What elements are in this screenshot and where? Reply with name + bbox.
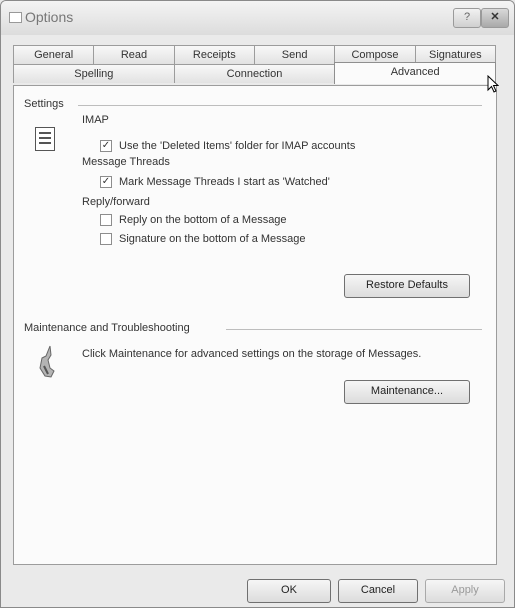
deleted-items-checkbox[interactable]: ✓ Use the 'Deleted Items' folder for IMA… — [100, 140, 355, 152]
tab-connection[interactable]: Connection — [173, 64, 336, 83]
restore-defaults-button[interactable]: Restore Defaults — [344, 274, 470, 298]
deleted-items-label: Use the 'Deleted Items' folder for IMAP … — [119, 140, 356, 152]
title-bar: Options ? ✕ — [1, 1, 514, 35]
tab-advanced[interactable]: Advanced — [334, 62, 497, 84]
tab-row-2: Spelling Connection Advanced — [13, 62, 497, 84]
window-icon — [9, 12, 22, 23]
tab-general[interactable]: General — [13, 45, 95, 64]
cancel-button[interactable]: Cancel — [338, 579, 418, 603]
maintenance-button[interactable]: Maintenance... — [344, 380, 470, 404]
checkbox-box[interactable] — [100, 233, 112, 245]
tab-spelling[interactable]: Spelling — [13, 64, 175, 83]
settings-group-label: Settings — [24, 98, 64, 110]
signature-bottom-label: Signature on the bottom of a Message — [119, 233, 306, 245]
reply-bottom-label: Reply on the bottom of a Message — [119, 214, 287, 226]
wrench-icon — [39, 345, 55, 378]
checkbox-box[interactable]: ✓ — [100, 176, 112, 188]
reply-bottom-checkbox[interactable]: Reply on the bottom of a Message — [100, 214, 287, 226]
signature-bottom-checkbox[interactable]: Signature on the bottom of a Message — [100, 233, 306, 245]
imap-heading: IMAP — [82, 114, 109, 126]
advanced-tab-panel: Settings IMAP ✓ Use the 'Deleted Items' … — [13, 85, 497, 565]
window-title: Options — [25, 9, 74, 25]
maintenance-description: Click Maintenance for advanced settings … — [82, 348, 422, 360]
maintenance-group-divider — [226, 329, 482, 330]
list-settings-icon — [35, 127, 55, 151]
ok-button[interactable]: OK — [247, 579, 331, 603]
tab-receipts[interactable]: Receipts — [173, 45, 255, 64]
help-button[interactable]: ? — [453, 8, 481, 28]
mark-watched-checkbox[interactable]: ✓ Mark Message Threads I start as 'Watch… — [100, 176, 330, 188]
apply-button[interactable]: Apply — [425, 579, 505, 603]
settings-group-divider — [78, 105, 482, 106]
mouse-cursor-icon — [487, 75, 499, 93]
mark-watched-label: Mark Message Threads I start as 'Watched… — [119, 176, 330, 188]
tab-read[interactable]: Read — [93, 45, 175, 64]
close-button[interactable]: ✕ — [481, 8, 509, 28]
tab-send[interactable]: Send — [253, 45, 336, 64]
maintenance-group-label: Maintenance and Troubleshooting — [24, 322, 190, 334]
options-dialog: Options ? ✕ General Read Receipts Send C… — [0, 0, 515, 608]
threads-heading: Message Threads — [82, 156, 170, 168]
checkbox-box[interactable]: ✓ — [100, 140, 112, 152]
reply-heading: Reply/forward — [82, 196, 150, 208]
checkbox-box[interactable] — [100, 214, 112, 226]
